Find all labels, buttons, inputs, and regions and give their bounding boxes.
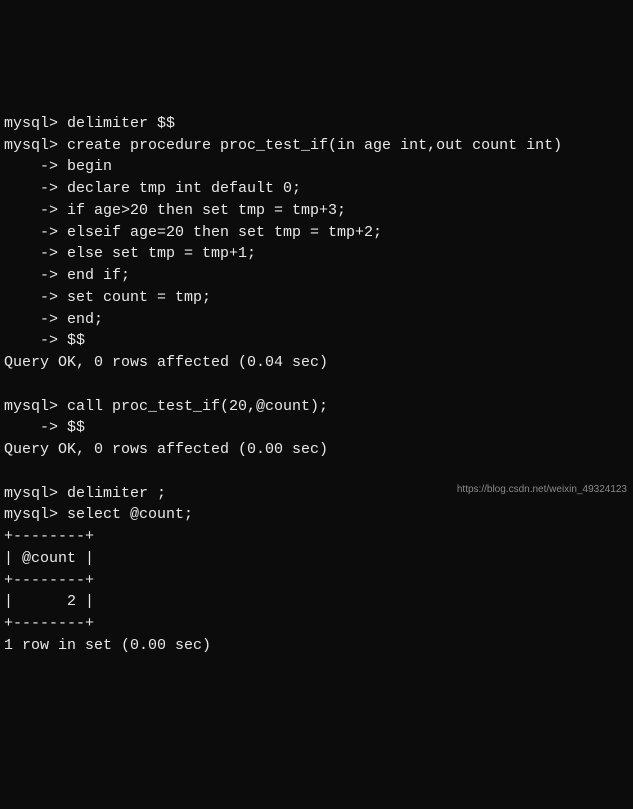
line-prompt: mysql> select @count;	[4, 506, 193, 523]
line-prompt: mysql> create procedure proc_test_if(in …	[4, 137, 562, 154]
table-header: | @count |	[4, 550, 94, 567]
line-result: Query OK, 0 rows affected (0.00 sec)	[4, 441, 328, 458]
line-continuation: -> $$	[4, 332, 85, 349]
line-continuation: -> end if;	[4, 267, 130, 284]
terminal-output: mysql> delimiter $$ mysql> create proced…	[4, 91, 629, 657]
line-prompt: mysql> delimiter $$	[4, 115, 175, 132]
line-result: 1 row in set (0.00 sec)	[4, 637, 211, 654]
line-prompt: mysql> delimiter ;	[4, 485, 166, 502]
table-border: +--------+	[4, 528, 94, 545]
line-continuation: -> if age>20 then set tmp = tmp+3;	[4, 202, 346, 219]
watermark-text: https://blog.csdn.net/weixin_49324123	[457, 483, 627, 498]
line-prompt: mysql> call proc_test_if(20,@count);	[4, 398, 328, 415]
line-continuation: -> set count = tmp;	[4, 289, 211, 306]
line-continuation: -> declare tmp int default 0;	[4, 180, 301, 197]
table-border: +--------+	[4, 572, 94, 589]
table-border: +--------+	[4, 615, 94, 632]
table-row: | 2 |	[4, 593, 94, 610]
line-continuation: -> elseif age=20 then set tmp = tmp+2;	[4, 224, 382, 241]
line-continuation: -> end;	[4, 311, 103, 328]
line-continuation: -> $$	[4, 419, 85, 436]
line-continuation: -> else set tmp = tmp+1;	[4, 245, 256, 262]
line-continuation: -> begin	[4, 158, 112, 175]
line-result: Query OK, 0 rows affected (0.04 sec)	[4, 354, 328, 371]
